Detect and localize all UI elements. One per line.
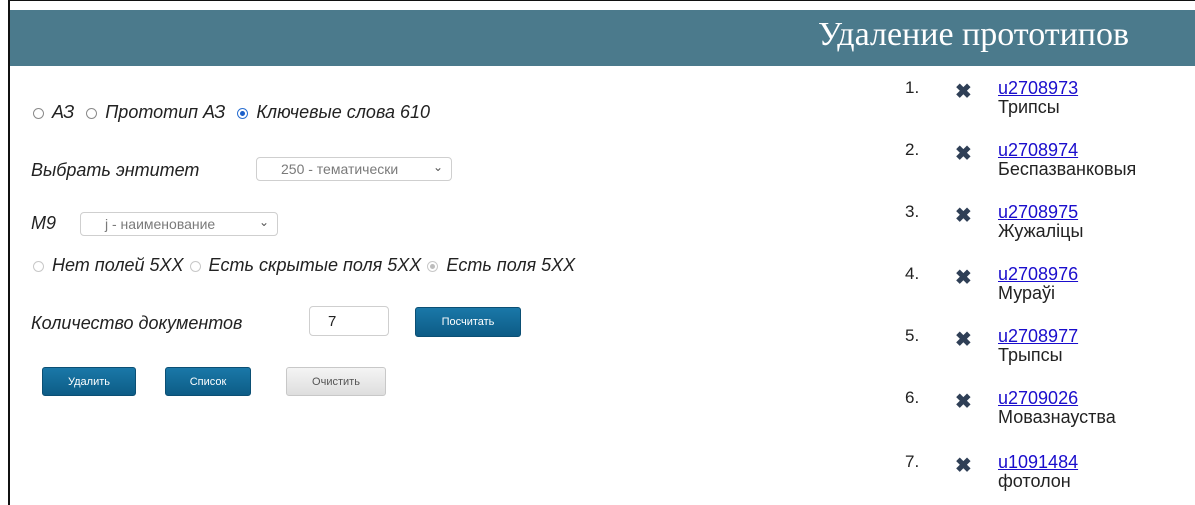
radio-hidden-5xx-label: Есть скрытые поля 5XX (208, 255, 422, 275)
item-id-link[interactable]: u2708974 (998, 140, 1078, 161)
item-number: 7. (905, 452, 920, 471)
radio-has-5xx-label: Есть поля 5XX (446, 255, 576, 275)
close-x-icon[interactable]: ✖ (955, 144, 972, 164)
item-name: фотолон (998, 471, 1071, 491)
item-name: Трипсы (998, 97, 1060, 117)
m9-select[interactable]: j - наименование ⌄ (80, 212, 278, 236)
window-frame-left (8, 0, 10, 505)
item-name: Трыпсы (998, 345, 1063, 365)
entity-select[interactable]: 250 - тематически ⌄ (256, 157, 452, 181)
item-id-link[interactable]: u2708977 (998, 326, 1078, 347)
fields-radio-group: Нет полей 5XX Есть скрытые поля 5XX Есть… (33, 255, 575, 276)
m9-select-value: j - наименование (105, 216, 216, 232)
radio-az[interactable] (33, 108, 44, 119)
radio-no-5xx-label: Нет полей 5XX (52, 255, 184, 275)
close-x-icon[interactable]: ✖ (955, 330, 972, 350)
close-x-icon[interactable]: ✖ (955, 392, 972, 412)
item-name: Мураўі (998, 283, 1056, 303)
chevron-down-icon: ⌄ (432, 160, 443, 174)
item-number: 5. (905, 326, 920, 345)
entity-select-value: 250 - тематически (281, 161, 399, 177)
item-id-link[interactable]: u2708975 (998, 202, 1078, 223)
close-x-icon[interactable]: ✖ (955, 456, 972, 476)
radio-has-5xx[interactable] (427, 261, 439, 272)
radio-no-5xx[interactable] (33, 261, 44, 272)
item-number: 1. (905, 78, 920, 97)
item-number: 6. (905, 388, 920, 407)
list-item: 6. ✖ u2709026 Мовазнауства (905, 388, 1195, 438)
item-id-link[interactable]: u1091484 (998, 452, 1078, 473)
clear-button[interactable]: Очистить (286, 367, 386, 396)
radio-keywords-610-label: Ключевые слова 610 (256, 102, 430, 122)
entity-label: Выбрать энтитет (31, 160, 200, 180)
page-header: Удаление прототипов (10, 10, 1195, 66)
mode-radio-group: АЗ Прототип АЗ Ключевые слова 610 (33, 102, 430, 123)
delete-button[interactable]: Удалить (42, 367, 136, 396)
item-name: Жужаліцы (998, 221, 1084, 241)
close-x-icon[interactable]: ✖ (955, 206, 972, 226)
list-item: 2. ✖ u2708974 Беспазванковыя (905, 140, 1195, 190)
count-input[interactable]: 7 (309, 306, 389, 336)
count-button[interactable]: Посчитать (415, 307, 521, 337)
chevron-down-icon: ⌄ (258, 215, 269, 229)
item-id-link[interactable]: u2708976 (998, 264, 1078, 285)
radio-prototype-az[interactable] (86, 108, 98, 119)
list-item: 5. ✖ u2708977 Трыпсы (905, 326, 1195, 376)
list-item: 3. ✖ u2708975 Жужаліцы (905, 202, 1195, 252)
count-label: Количество документов (31, 313, 243, 333)
item-number: 2. (905, 140, 920, 159)
close-x-icon[interactable]: ✖ (955, 268, 972, 288)
close-x-icon[interactable]: ✖ (955, 82, 972, 102)
radio-prototype-az-label: Прототип АЗ (105, 102, 226, 122)
page-title: Удаление прототипов (818, 16, 1130, 53)
item-id-link[interactable]: u2709026 (998, 388, 1078, 409)
list-button[interactable]: Список (165, 367, 251, 396)
list-item: 4. ✖ u2708976 Мураўі (905, 264, 1195, 314)
radio-az-label: АЗ (52, 102, 75, 122)
list-item: 1. ✖ u2708973 Трипсы (905, 78, 1195, 128)
radio-keywords-610[interactable] (237, 108, 249, 119)
list-item: 7. ✖ u1091484 фотолон (905, 452, 1195, 502)
item-id-link[interactable]: u2708973 (998, 78, 1078, 99)
m9-label: M9 (31, 213, 57, 233)
radio-hidden-5xx[interactable] (189, 261, 201, 272)
item-number: 4. (905, 264, 920, 283)
window-frame-top (8, 0, 1195, 10)
item-name: Беспазванковыя (998, 159, 1137, 179)
item-number: 3. (905, 202, 920, 221)
item-name: Мовазнауства (998, 407, 1116, 427)
